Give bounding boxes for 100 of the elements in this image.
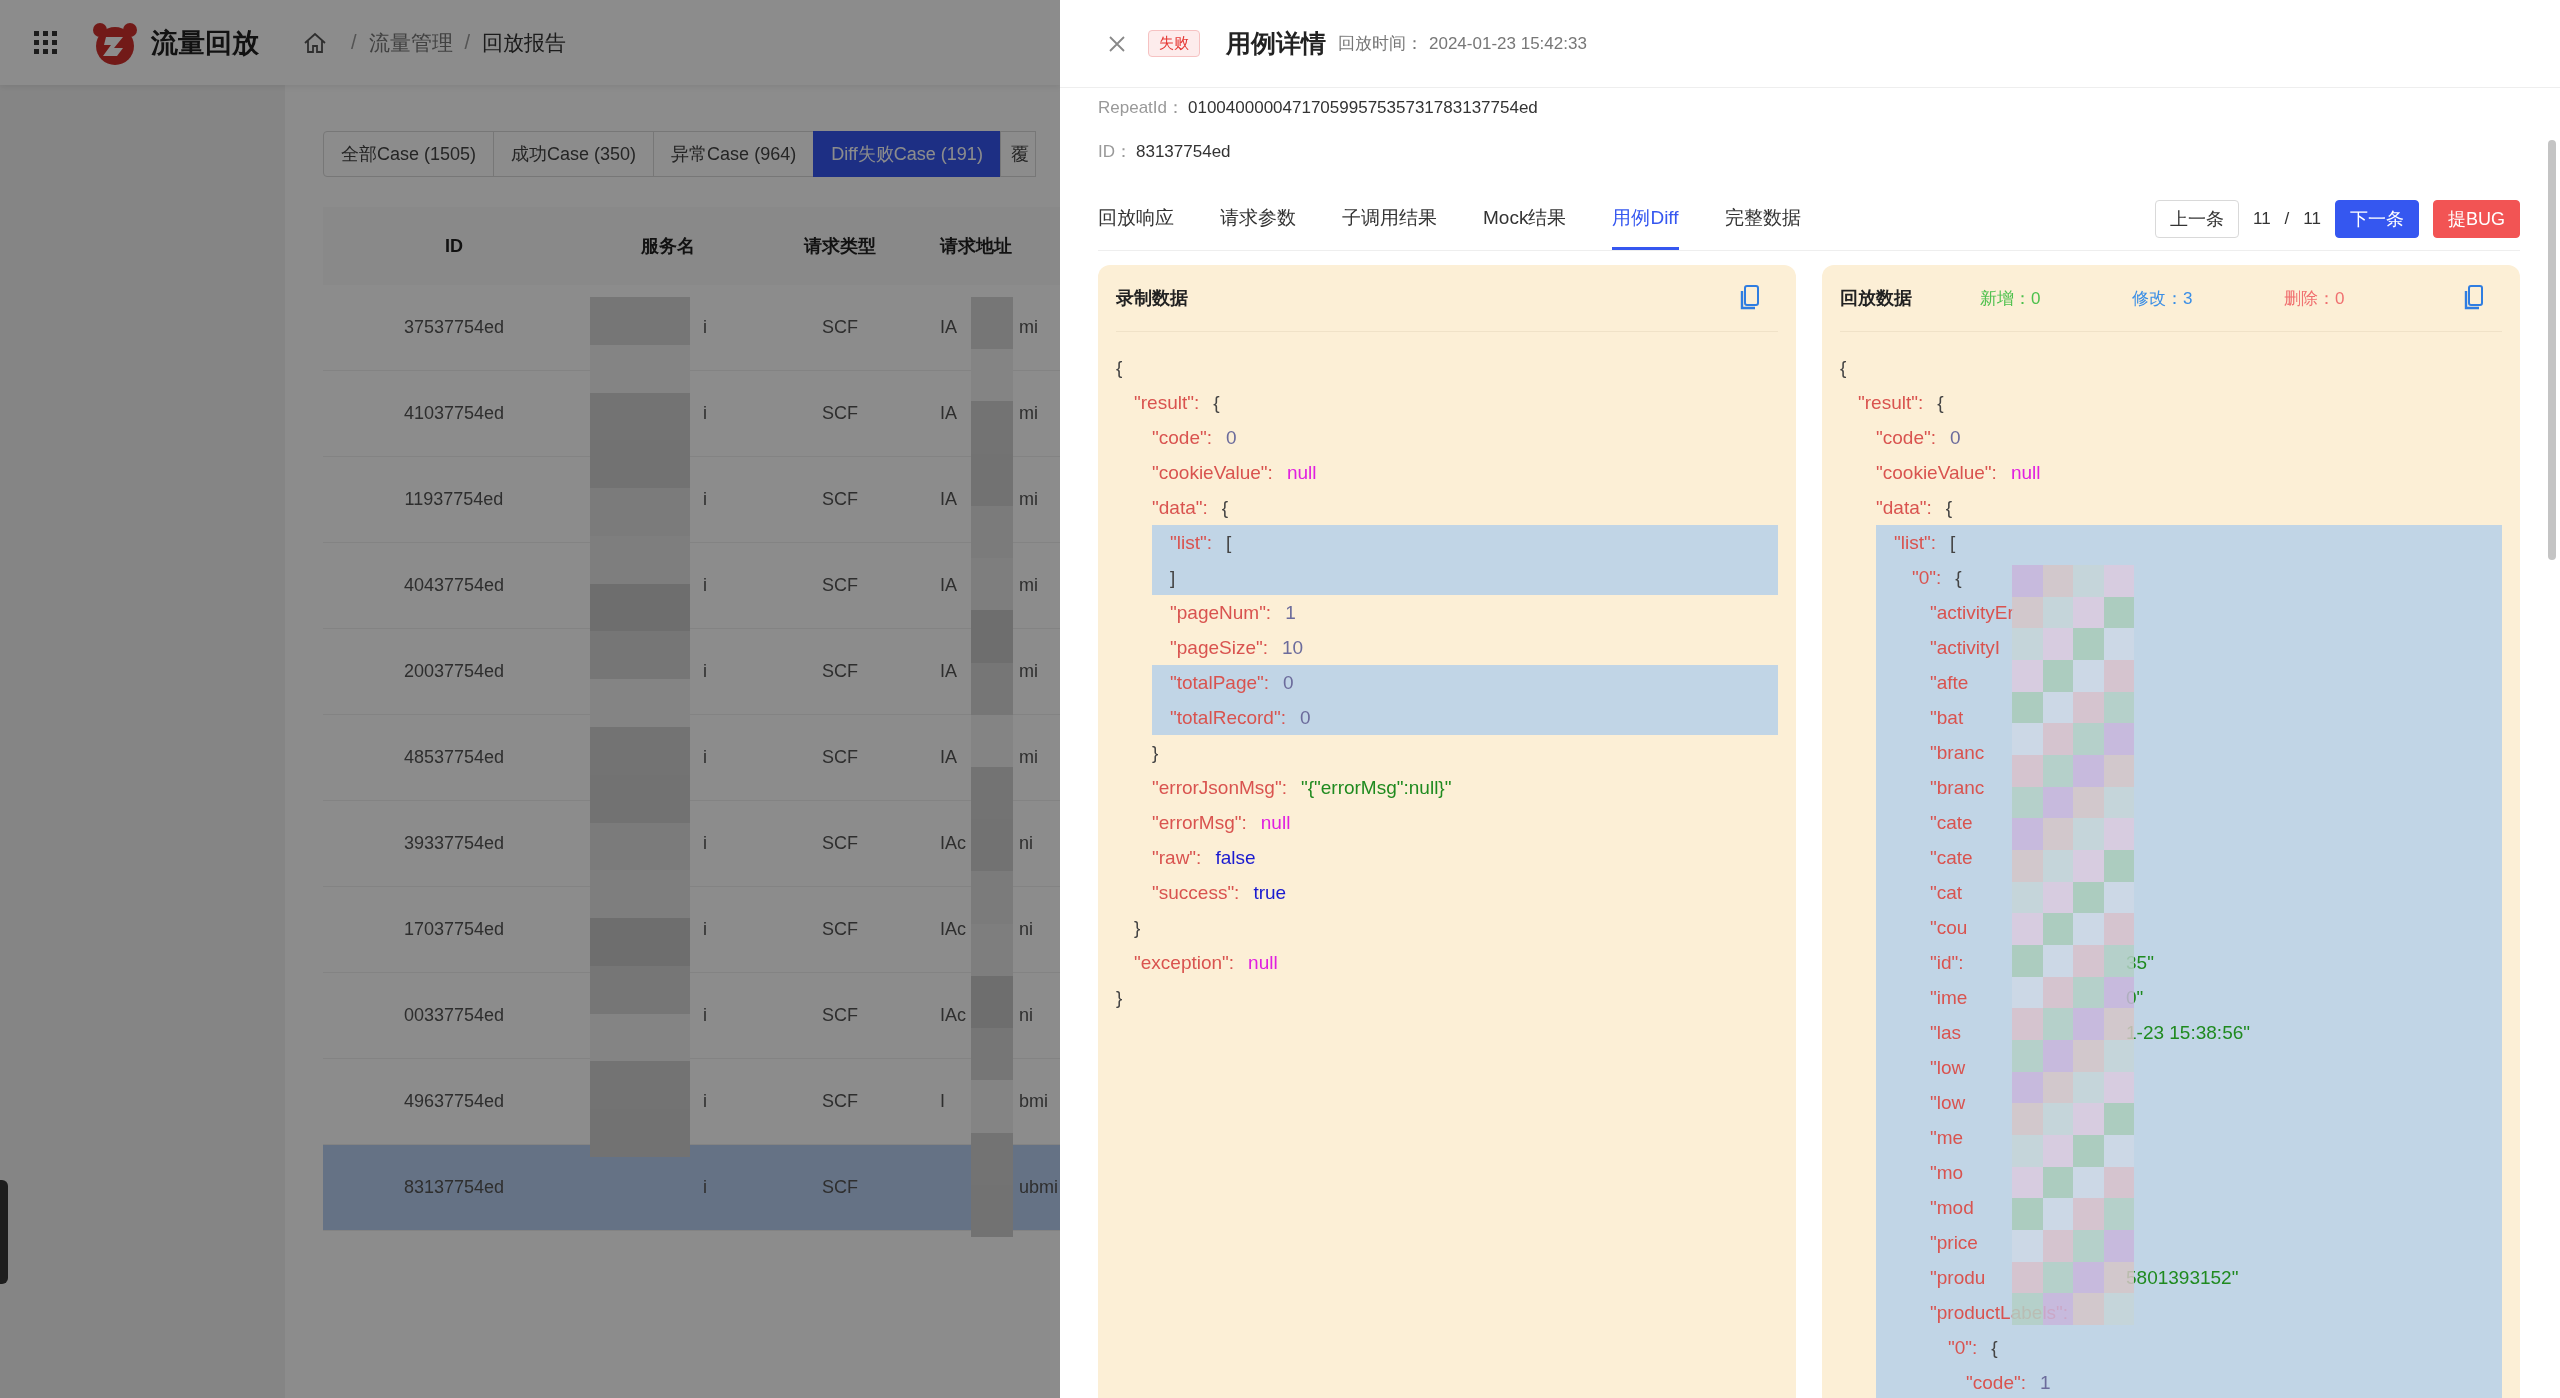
json-value: null [2010, 462, 2041, 483]
table-cell: 48537754ed [403, 747, 505, 767]
breadcrumb-link[interactable]: 回放报告 [482, 28, 567, 57]
logo-icon [91, 20, 139, 65]
json-bracket: { [1116, 357, 1123, 378]
table-cell: SCF [822, 747, 858, 767]
table-cell: ni [1019, 919, 1033, 939]
case-tab[interactable]: 异常Case (964) [653, 131, 815, 177]
breadcrumb-link[interactable]: 流量管理 [368, 28, 453, 57]
page-total: 11 [2303, 209, 2321, 229]
json-bracket: } [1134, 917, 1141, 938]
json-key: "cookieValue": [1152, 462, 1273, 483]
tab[interactable]: 子调用结果 [1342, 188, 1437, 250]
field-value: 83137754ed [1136, 142, 1231, 161]
json-bracket: ] [1170, 567, 1176, 588]
table-cell: IAc [940, 833, 966, 853]
side-handle[interactable] [0, 1180, 8, 1284]
case-tab[interactable]: 成功Case (350) [493, 131, 655, 177]
copy-icon[interactable] [1740, 285, 1760, 311]
table-cell: mi [1019, 317, 1038, 337]
table-cell: SCF [822, 403, 858, 423]
close-icon[interactable] [1108, 34, 1126, 53]
home-icon[interactable] [303, 31, 327, 54]
json-key: "low [1930, 1085, 2126, 1120]
json-bracket: { [1991, 1337, 1998, 1358]
json-bracket: { [1213, 392, 1220, 413]
table-cell: mi [1019, 489, 1038, 509]
field-value: 01004000004717059957535731783137754ed [1188, 98, 1538, 117]
case-tab[interactable]: 覆 [999, 131, 1036, 177]
json-key: "list": [1170, 532, 1212, 553]
previous-button[interactable]: 上一条 [2154, 200, 2239, 238]
json-value: 1 [2039, 1372, 2051, 1393]
json-key: "errorJsonMsg": [1152, 777, 1287, 798]
column-header: ID [444, 235, 464, 257]
table-row[interactable]: 83137754ed i SCF ubmi [323, 1145, 1060, 1231]
table-cell: 83137754ed [403, 1177, 505, 1197]
json-key: "branc [1930, 735, 2126, 770]
json-key: "0": [1912, 567, 1942, 588]
json-value: 1 [1285, 602, 1296, 623]
table-cell: 11937754ed [404, 489, 504, 509]
json-key: "pageNum": [1170, 602, 1272, 623]
case-tab[interactable]: 全部Case (1505) [323, 131, 495, 177]
table-cell: SCF [822, 575, 858, 595]
json-value: null [1286, 462, 1317, 483]
json-bracket: { [1937, 392, 1944, 413]
table-cell: I [940, 1091, 945, 1111]
report-bug-button[interactable]: 提BUG [2433, 200, 2520, 238]
json-value: false [1215, 847, 1256, 868]
json-value: 0 [1299, 707, 1311, 728]
table-cell: ni [1019, 1005, 1033, 1025]
table-cell: ubmi [1019, 1177, 1058, 1197]
table-cell: mi [1019, 661, 1038, 681]
json-value: null [1248, 952, 1278, 973]
json-key: "activityI [1930, 630, 2126, 665]
table-cell: i [703, 403, 707, 423]
table-cell: bmi [1019, 1091, 1048, 1111]
table-cell: ni [1019, 833, 1033, 853]
json-bracket: [ [1226, 532, 1232, 553]
tab[interactable]: 用例Diff [1612, 188, 1679, 250]
json-key: "code": [1876, 427, 1936, 448]
json-key: "cookieValue": [1876, 462, 1997, 483]
table-cell: i [703, 575, 707, 595]
json-key: "me [1930, 1120, 2126, 1155]
breadcrumb-separator: / [351, 31, 357, 54]
page-current: 11 [2252, 209, 2271, 229]
json-value: 1-23 15:38:56" [2126, 1022, 2250, 1043]
case-tab[interactable]: Diff失败Case (191) [813, 131, 1001, 177]
json-value: true [1253, 882, 1287, 903]
copy-icon[interactable] [2464, 285, 2484, 311]
tab[interactable]: 回放响应 [1098, 188, 1174, 250]
scrollbar[interactable] [2548, 140, 2556, 560]
json-key: "las [1930, 1015, 2126, 1050]
json-key: "code": [1152, 427, 1212, 448]
json-key: "cat [1930, 875, 2126, 910]
column-header: 服务名 [639, 235, 696, 258]
column-header: 请求类型 [802, 235, 877, 258]
table-cell: SCF [822, 1005, 858, 1025]
json-value: 35" [2126, 952, 2154, 973]
table-cell: IA [940, 661, 957, 681]
json-key: "code": [1966, 1372, 2026, 1393]
table-cell: SCF [822, 317, 858, 337]
table-cell: i [703, 1177, 707, 1197]
diff-count: 0 [2031, 288, 2041, 308]
table-cell: i [703, 1091, 707, 1111]
table-cell: i [703, 489, 707, 509]
table-cell: 41037754ed [403, 403, 505, 423]
apps-grid-icon[interactable] [34, 31, 57, 54]
tab[interactable]: Mock结果 [1483, 188, 1567, 250]
json-key: "ime [1930, 980, 2126, 1015]
json-key: "raw": [1152, 847, 1202, 868]
json-key: "afte [1930, 665, 2126, 700]
app-title: 流量回放 [151, 26, 259, 60]
table-cell: i [703, 833, 707, 853]
json-key: "exception": [1134, 952, 1235, 973]
next-button[interactable]: 下一条 [2335, 200, 2419, 238]
table-cell: IA [940, 489, 957, 509]
json-bracket: { [1840, 357, 1847, 378]
tab[interactable]: 完整数据 [1724, 188, 1801, 250]
json-key: "errorMsg": [1152, 812, 1247, 833]
tab[interactable]: 请求参数 [1220, 188, 1296, 250]
